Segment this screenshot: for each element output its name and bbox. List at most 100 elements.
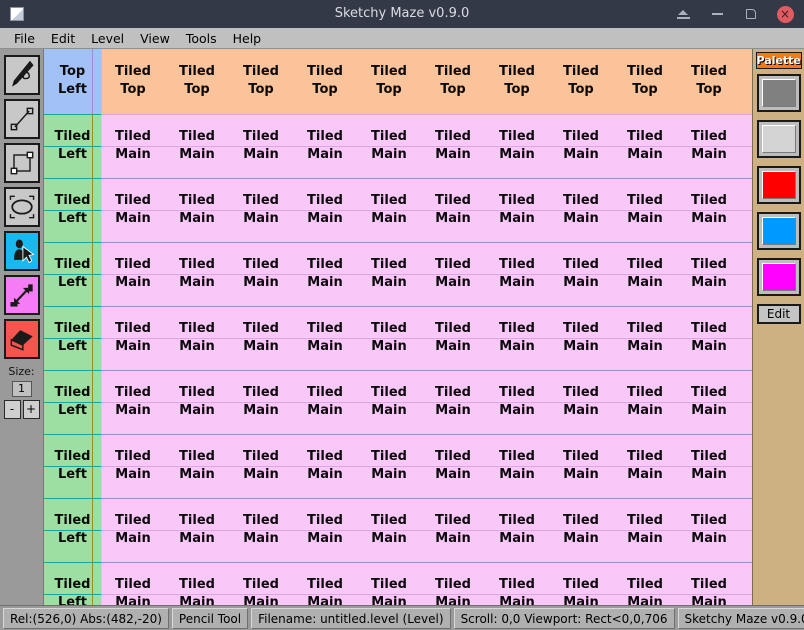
application-window: Sketchy Maze v0.9.0 × File Edit Level Vi…: [0, 0, 804, 630]
tile-main-7-8-line1: Tiled: [627, 577, 663, 592]
grid-hline-left-mid-7: [44, 594, 101, 595]
tile-main-3-0-line2: Main: [115, 339, 151, 354]
minimize-button[interactable]: [704, 1, 730, 27]
line-tool[interactable]: [3, 99, 40, 139]
tile-main-5-6-label: Tiled Main: [485, 434, 549, 484]
tile-main-2-5-line2: Main: [435, 275, 471, 290]
swatch-solid[interactable]: [756, 74, 801, 112]
brush-size-increase-button[interactable]: +: [22, 400, 40, 419]
maximize-button[interactable]: [738, 1, 764, 27]
grid-hline-left-bound-3: [44, 370, 101, 371]
tile-main-5-1-label: Tiled Main: [165, 434, 229, 484]
tile-main-6-3-label: Tiled Main: [293, 498, 357, 548]
rectangle-tool[interactable]: [3, 143, 40, 183]
ellipse-tool[interactable]: [3, 187, 40, 227]
tile-main-3-6-label: Tiled Main: [485, 306, 549, 356]
tile-main-6-2-line1: Tiled: [243, 513, 279, 528]
tile-main-3-6-line1: Tiled: [499, 321, 535, 336]
menu-item-help[interactable]: Help: [225, 29, 270, 48]
tile-main-5-9-label: Tiled Main: [677, 434, 741, 484]
level-canvas[interactable]: Top Left Tiled Top Tiled Top Tiled Top Tiled Top T…: [44, 49, 752, 605]
tile-main-5-4-label: Tiled Main: [357, 434, 421, 484]
tile-main-0-0-label: Tiled Main: [101, 114, 165, 164]
grid-hline-main-mid-3: [101, 338, 752, 339]
tile-main-5-4-line1: Tiled: [371, 449, 407, 464]
tile-main-3-4-line1: Tiled: [371, 321, 407, 336]
brush-size-decrease-button[interactable]: -: [3, 400, 21, 419]
tile-main-7-1-line2: Main: [179, 595, 215, 605]
palette-edit-button[interactable]: Edit: [756, 304, 801, 324]
grid-hline-main-bound-2: [101, 306, 752, 307]
tile-main-1-5-line2: Main: [435, 211, 471, 226]
tile-main-4-8-label: Tiled Main: [613, 370, 677, 420]
tile-main-7-5-line2: Main: [435, 595, 471, 605]
tile-main-0-7-label: Tiled Main: [549, 114, 613, 164]
swatch-water[interactable]: [756, 212, 801, 250]
tile-main-6-3-line1: Tiled: [307, 513, 343, 528]
tile-main-6-7-line2: Main: [563, 531, 599, 546]
tile-top-9-line1: Tiled: [691, 64, 727, 79]
menu-item-edit[interactable]: Edit: [43, 29, 83, 48]
tile-main-6-1-label: Tiled Main: [165, 498, 229, 548]
palette-swatch-list: [753, 74, 804, 296]
version-status: Sketchy Maze v0.9.0: [677, 607, 804, 629]
tile-main-2-3-line2: Main: [307, 275, 343, 290]
tile-main-2-0-line1: Tiled: [115, 257, 151, 272]
menu-item-level[interactable]: Level: [83, 29, 132, 48]
shade-button[interactable]: [670, 1, 696, 27]
swatch-white[interactable]: [756, 120, 801, 158]
menu-item-tools[interactable]: Tools: [178, 29, 225, 48]
link-tool[interactable]: [3, 275, 40, 315]
tile-main-3-8-line2: Main: [627, 339, 663, 354]
actor-cursor-icon: [13, 239, 35, 264]
brush-size-stepper: - +: [0, 400, 43, 419]
tile-main-0-1-line1: Tiled: [179, 129, 215, 144]
swatch-hint[interactable]: [756, 258, 801, 296]
tile-top-3-line1: Tiled: [307, 64, 343, 79]
tile-main-0-9-line1: Tiled: [691, 129, 727, 144]
menu-item-file[interactable]: File: [6, 29, 43, 48]
grid-vline-corner: [92, 49, 93, 114]
tile-top-9: Tiled Top: [677, 49, 741, 114]
tile-main-2-0-label: Tiled Main: [101, 242, 165, 292]
tile-main-1-7-line2: Main: [563, 211, 599, 226]
tile-main-7-6-label: Tiled Main: [485, 562, 549, 605]
tile-main-1-4-line2: Main: [371, 211, 407, 226]
swatch-fire[interactable]: [756, 166, 801, 204]
grid-hline-main-mid-0: [101, 146, 752, 147]
tile-main-2-6-label: Tiled Main: [485, 242, 549, 292]
tile-main-5-5-line2: Main: [435, 467, 471, 482]
tile-main-2-3-line1: Tiled: [307, 257, 343, 272]
rectangle-icon: [10, 151, 33, 175]
tile-main-2-6-line1: Tiled: [499, 257, 535, 272]
tile-main-2-2-line2: Main: [243, 275, 279, 290]
tile-main-0-6-line1: Tiled: [499, 129, 535, 144]
tile-main-5-4-line2: Main: [371, 467, 407, 482]
tile-main-6-3-line2: Main: [307, 531, 343, 546]
tile-main-3-2-line1: Tiled: [243, 321, 279, 336]
tile-main-3-2-line2: Main: [243, 339, 279, 354]
tile-main-5-7-line1: Tiled: [563, 449, 599, 464]
tile-main-4-5-line2: Main: [435, 403, 471, 418]
pencil-tool[interactable]: [3, 55, 40, 95]
doodad-tool[interactable]: [3, 231, 40, 271]
tile-main-2-0-line2: Main: [115, 275, 151, 290]
tile-main-0-3-line2: Main: [307, 147, 343, 162]
tile-main-0-3-label: Tiled Main: [293, 114, 357, 164]
tile-main-1-3-line2: Main: [307, 211, 343, 226]
tile-main-0-4-label: Tiled Main: [357, 114, 421, 164]
tile-main-7-8-label: Tiled Main: [613, 562, 677, 605]
maximize-icon: [746, 9, 756, 19]
eraser-tool[interactable]: [3, 319, 40, 359]
tile-main-3-4-line2: Main: [371, 339, 407, 354]
close-button[interactable]: ×: [772, 1, 798, 27]
grid-hline-left-mid-2: [44, 274, 101, 275]
tile-main-7-0-label: Tiled Main: [101, 562, 165, 605]
menu-item-view[interactable]: View: [132, 29, 178, 48]
tile-main-4-6-label: Tiled Main: [485, 370, 549, 420]
grid-hline-main-bound-4: [101, 434, 752, 435]
tile-main-5-3-label: Tiled Main: [293, 434, 357, 484]
tile-main-5-8-line1: Tiled: [627, 449, 663, 464]
tile-main-7-4-line2: Main: [371, 595, 407, 605]
link-arrow-icon: [9, 284, 33, 307]
